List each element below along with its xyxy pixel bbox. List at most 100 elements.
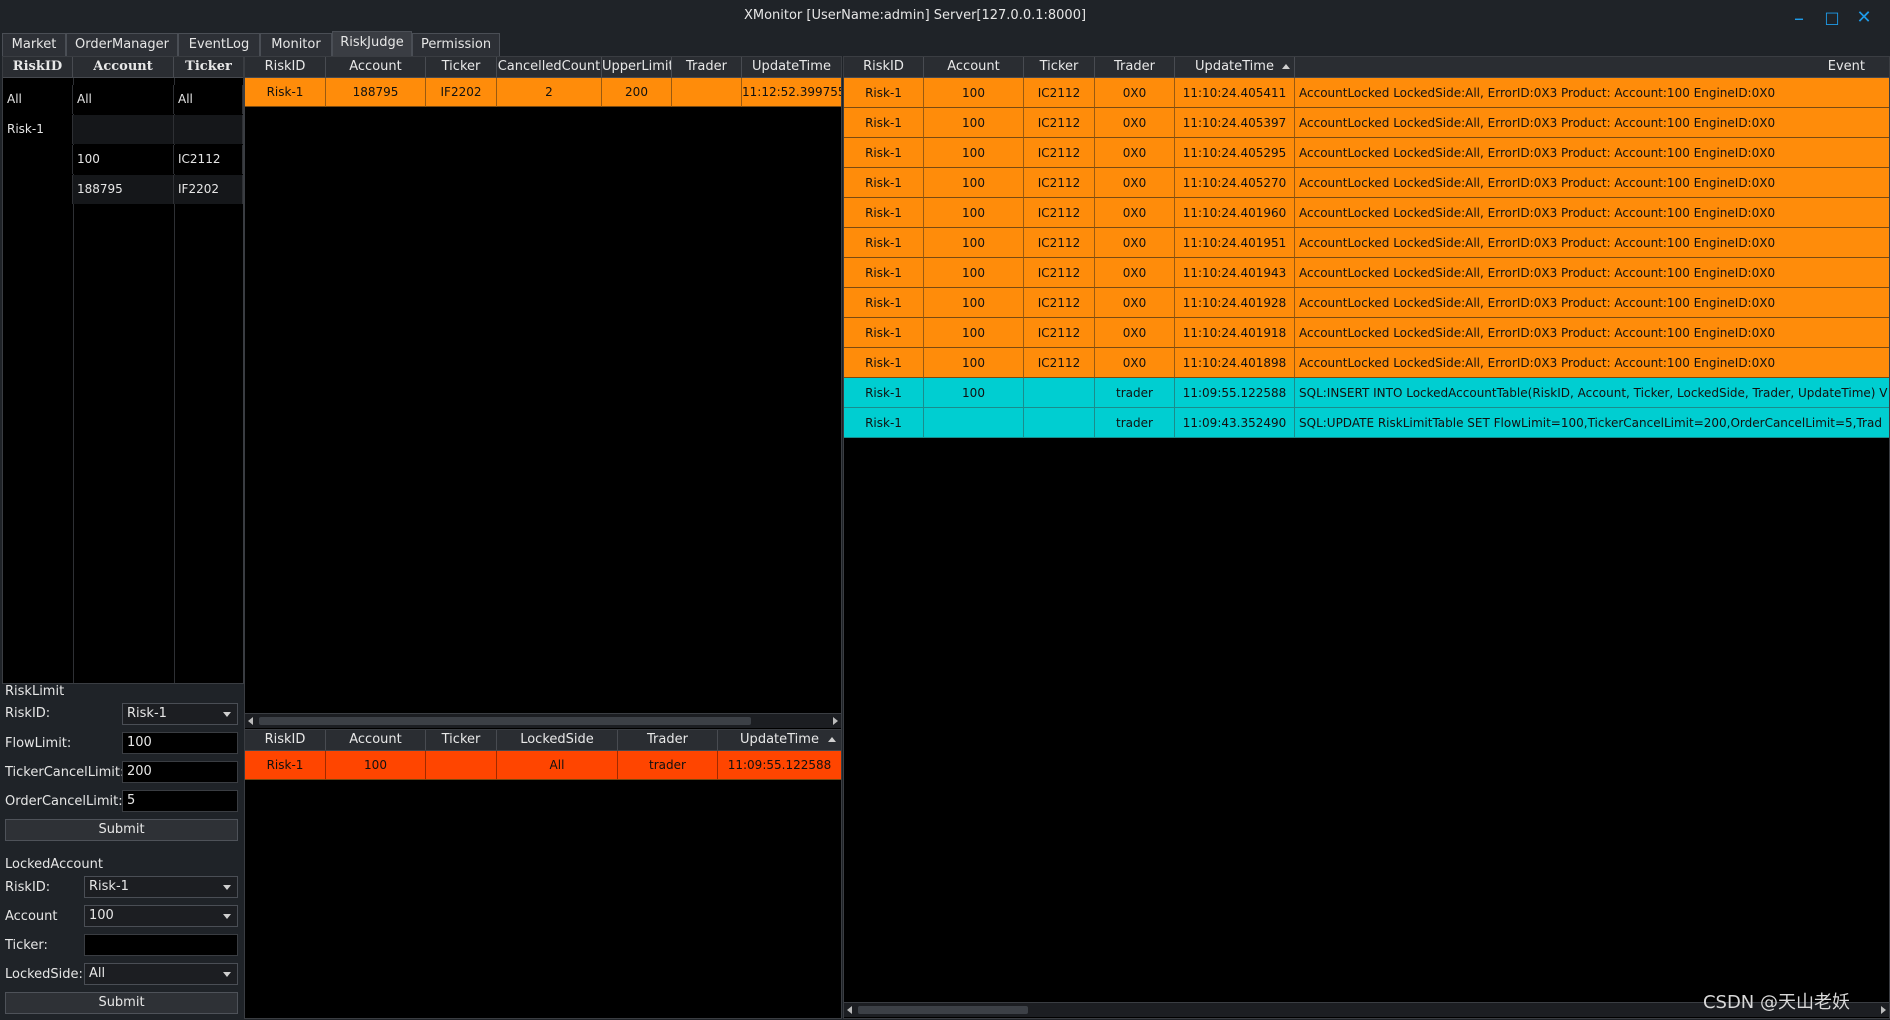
tab-riskjudge[interactable]: RiskJudge	[332, 31, 412, 57]
cancel-header-cancelledcount[interactable]: CancelledCount	[497, 57, 602, 77]
table-cell: trader	[618, 751, 718, 780]
cancel-header-riskid[interactable]: RiskID	[245, 57, 326, 77]
cancel-header-updatetime[interactable]: UpdateTime	[742, 57, 841, 77]
event-header-updatetime[interactable]: UpdateTime	[1175, 57, 1295, 77]
table-row[interactable]: Risk-1 100 IC2112 0X0 11:10:24.405411 Account…	[844, 78, 1889, 108]
event-header-ticker[interactable]: Ticker	[1024, 57, 1095, 77]
table-cell: IC2112	[1024, 318, 1095, 348]
table-cell: 100	[924, 198, 1024, 228]
locked-header-lockedside[interactable]: LockedSide	[497, 730, 618, 750]
table-cell: IC2112	[1024, 228, 1095, 258]
table-cell: IC2112	[1024, 78, 1095, 108]
table-cell: 100	[924, 258, 1024, 288]
table-row[interactable]: Risk-1 100 IC2112 0X0 11:10:24.401943 Account…	[844, 258, 1889, 288]
flowlimit-input[interactable]: 100	[122, 732, 238, 754]
scroll-thumb[interactable]	[259, 717, 751, 725]
lockedaccount-riskid-select[interactable]: Risk-1	[84, 876, 238, 898]
event-header-event[interactable]: Event	[1295, 57, 1889, 77]
scroll-thumb[interactable]	[858, 1006, 1028, 1014]
lockedaccount-account-select[interactable]: 100	[84, 905, 238, 927]
lockedside-label: LockedSide:	[5, 967, 83, 982]
tree-header-ticker[interactable]: Ticker	[174, 57, 243, 77]
table-cell: All	[497, 751, 618, 780]
table-cell: 0X0	[1095, 258, 1175, 288]
table-row[interactable]: Risk-1 100 IC2112 0X0 11:10:24.401928 Account…	[844, 288, 1889, 318]
table-row[interactable]: Risk-1 100 IC2112 0X0 11:10:24.401898 Account…	[844, 348, 1889, 378]
table-row[interactable]: Risk-1 100 IC2112 0X0 11:10:24.405270 Account…	[844, 168, 1889, 198]
table-row[interactable]: Risk-1 100 IC2112 0X0 11:10:24.401918 Account…	[844, 318, 1889, 348]
tab-market[interactable]: Market	[2, 33, 66, 56]
locked-header-updatetime[interactable]: UpdateTime	[718, 730, 841, 750]
table-cell: AccountLocked LockedSide:All, ErrorID:0X…	[1295, 258, 1889, 288]
table-cell	[426, 751, 497, 780]
scroll-left-icon[interactable]	[248, 717, 253, 725]
table-cell: AccountLocked LockedSide:All, ErrorID:0X…	[1295, 318, 1889, 348]
table-cell: 100	[924, 138, 1024, 168]
table-cell: 100	[326, 751, 426, 780]
tree-row[interactable]: 100 IC2112	[3, 145, 243, 174]
close-icon[interactable]: ✕	[1852, 6, 1876, 30]
event-header-riskid[interactable]: RiskID	[844, 57, 924, 77]
tickercancellimit-input[interactable]: 200	[122, 761, 238, 783]
locked-header-trader[interactable]: Trader	[618, 730, 718, 750]
lockedside-select[interactable]: All	[84, 963, 238, 985]
table-row[interactable]: Risk-1 100 IC2112 0X0 11:10:24.405295 Account…	[844, 138, 1889, 168]
cancel-header-ticker[interactable]: Ticker	[426, 57, 497, 77]
table-cell: 11:10:24.405295	[1175, 138, 1295, 168]
table-row[interactable]: Risk-1 100 IC2112 0X0 11:10:24.401960 Account…	[844, 198, 1889, 228]
table-cell: Risk-1	[245, 78, 326, 107]
lockedaccount-submit-button[interactable]: Submit	[5, 992, 238, 1014]
tab-permission[interactable]: Permission	[412, 33, 500, 56]
event-header-trader[interactable]: Trader	[1095, 57, 1175, 77]
table-row[interactable]: Risk-1 100 IC2112 0X0 11:10:24.401951 Account…	[844, 228, 1889, 258]
table-cell: IC2112	[1024, 288, 1095, 318]
maximize-icon[interactable]: □	[1820, 6, 1844, 30]
tree-row[interactable]: Risk-1	[3, 115, 243, 144]
table-cell: 2	[497, 78, 602, 107]
table-cell: AccountLocked LockedSide:All, ErrorID:0X…	[1295, 228, 1889, 258]
table-row[interactable]: Risk-1 188795 IF2202 2 200 11:12:52.3997…	[245, 78, 841, 107]
tree-row[interactable]: 188795 IF2202	[3, 175, 243, 204]
risklimit-submit-button[interactable]: Submit	[5, 819, 238, 841]
lockedaccount-section-title: LockedAccount	[5, 857, 103, 872]
cancel-header-upperlimit[interactable]: UpperLimit	[602, 57, 672, 77]
cancel-header-trader[interactable]: Trader	[672, 57, 742, 77]
table-cell: 100	[924, 78, 1024, 108]
watermark: CSDN @天山老妖	[1702, 992, 1850, 1013]
event-header-account[interactable]: Account	[924, 57, 1024, 77]
tree-cell: 188795	[73, 175, 174, 204]
locked-header-ticker[interactable]: Ticker	[426, 730, 497, 750]
locked-header-riskid[interactable]: RiskID	[245, 730, 326, 750]
table-row[interactable]: Risk-1 100 trader 11:09:55.122588 SQL:INSERT…	[844, 378, 1889, 408]
tab-eventlog[interactable]: EventLog	[178, 33, 260, 56]
table-cell: SQL:UPDATE RiskLimitTable SET FlowLimit=…	[1295, 408, 1889, 438]
table-cell: 100	[924, 168, 1024, 198]
cancel-table-hscrollbar[interactable]	[245, 713, 841, 728]
locked-header-account[interactable]: Account	[326, 730, 426, 750]
table-row[interactable]: Risk-1 trader 11:09:43.352490 SQL:UPDATE Ri…	[844, 408, 1889, 438]
tree-cell	[73, 115, 174, 144]
table-cell: trader	[1095, 378, 1175, 408]
tree-cell: IF2202	[174, 175, 243, 204]
tree-row[interactable]: All All All	[3, 85, 243, 114]
table-cell: AccountLocked LockedSide:All, ErrorID:0X…	[1295, 348, 1889, 378]
cancel-header-account[interactable]: Account	[326, 57, 426, 77]
tree-header-riskid[interactable]: RiskID	[3, 57, 73, 77]
tree-header-account[interactable]: Account	[73, 57, 174, 77]
scroll-right-icon[interactable]	[833, 717, 838, 725]
tab-monitor[interactable]: Monitor	[260, 33, 332, 56]
tab-ordermanager[interactable]: OrderManager	[66, 33, 178, 56]
table-row[interactable]: Risk-1 100 All trader 11:09:55.122588	[245, 751, 841, 780]
ordercancellimit-input[interactable]: 5	[122, 790, 238, 812]
table-cell: AccountLocked LockedSide:All, ErrorID:0X…	[1295, 288, 1889, 318]
minimize-icon[interactable]: –	[1787, 6, 1811, 30]
table-cell: Risk-1	[844, 408, 924, 438]
table-cell: IF2202	[426, 78, 497, 107]
lockedaccount-ticker-input[interactable]	[84, 934, 238, 956]
lockedaccount-account-label: Account	[5, 909, 58, 924]
scroll-left-icon[interactable]	[847, 1006, 852, 1014]
table-row[interactable]: Risk-1 100 IC2112 0X0 11:10:24.405397 Account…	[844, 108, 1889, 138]
risklimit-riskid-select[interactable]: Risk-1	[122, 703, 238, 725]
tree-cell	[3, 145, 73, 174]
scroll-right-icon[interactable]	[1881, 1006, 1886, 1014]
